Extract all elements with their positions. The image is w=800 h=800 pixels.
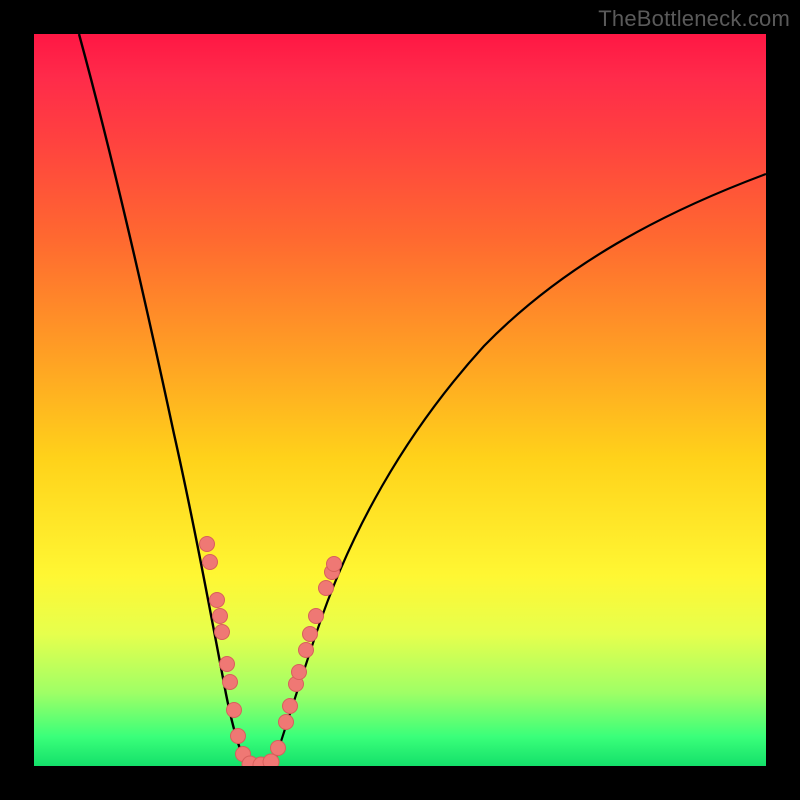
data-marker [203, 555, 218, 570]
data-marker [303, 627, 318, 642]
marker-group [200, 537, 342, 767]
data-marker [299, 643, 314, 658]
data-marker [215, 625, 230, 640]
data-marker [309, 609, 324, 624]
data-marker [283, 699, 298, 714]
chart-frame: TheBottleneck.com [0, 0, 800, 800]
data-marker [271, 741, 286, 756]
curve-layer [34, 34, 766, 766]
data-marker [327, 557, 342, 572]
data-marker [223, 675, 238, 690]
data-marker [213, 609, 228, 624]
data-marker [200, 537, 215, 552]
curve-right-branch [273, 174, 766, 766]
data-marker [292, 665, 307, 680]
curve-left-branch [79, 34, 248, 766]
data-marker [319, 581, 334, 596]
data-marker [227, 703, 242, 718]
plot-area [34, 34, 766, 766]
data-marker [220, 657, 235, 672]
watermark-text: TheBottleneck.com [598, 6, 790, 32]
data-marker [231, 729, 246, 744]
data-marker [279, 715, 294, 730]
data-marker [210, 593, 225, 608]
